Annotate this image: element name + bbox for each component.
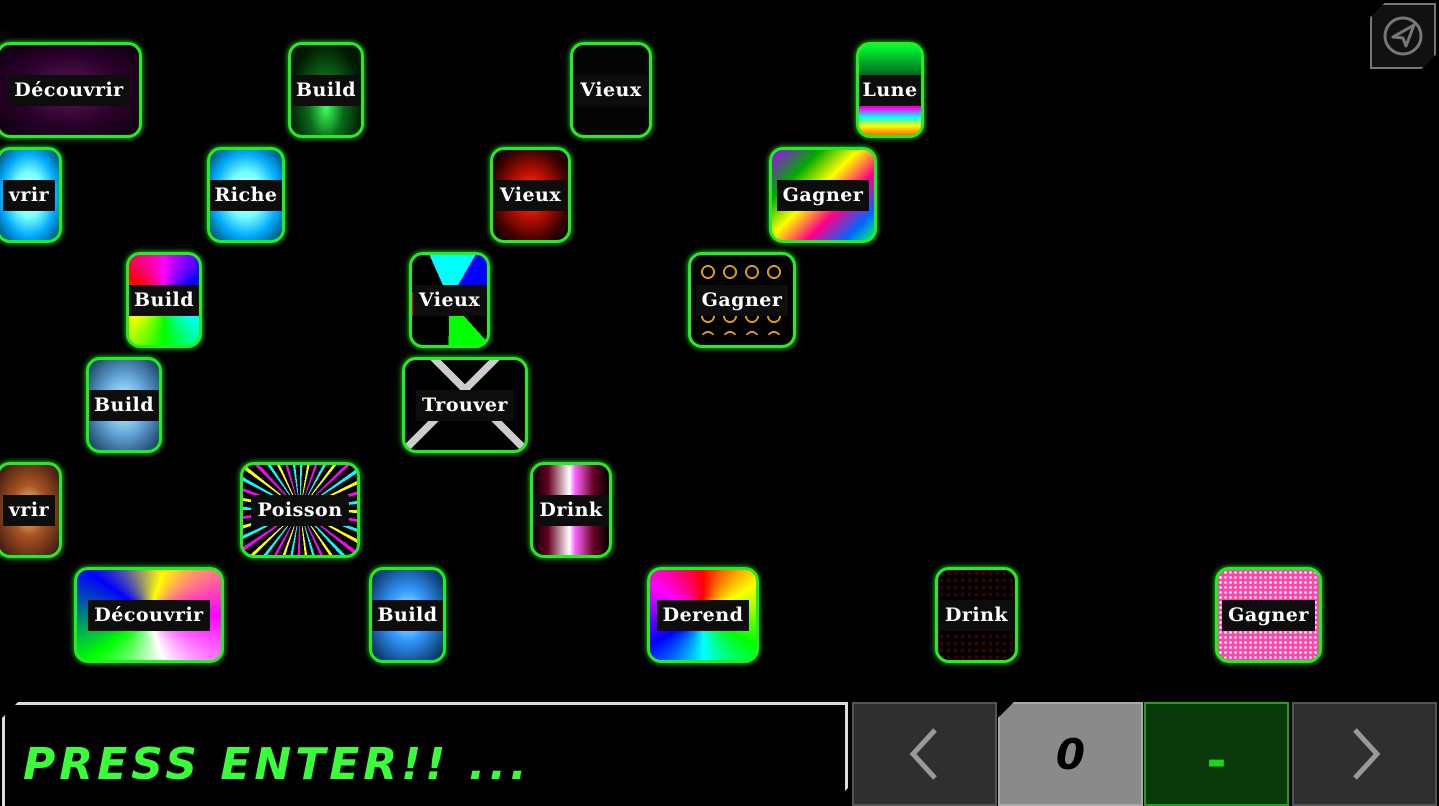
word-tile[interactable]: Découvrir (74, 567, 224, 663)
word-tile[interactable]: Découvrir (0, 42, 142, 138)
control-bar: PRESS ENTER!! ... 0 - (0, 700, 1439, 806)
score-display: 0 (998, 702, 1143, 806)
tile-label: Derend (656, 599, 750, 631)
word-tile[interactable]: Vieux (409, 252, 490, 348)
tile-label: Vieux (493, 179, 568, 211)
message-box: PRESS ENTER!! ... (2, 702, 848, 806)
word-tile[interactable]: vrir (0, 462, 62, 558)
word-tile[interactable]: Drink (530, 462, 612, 558)
word-tile[interactable]: Build (369, 567, 446, 663)
next-button[interactable] (1292, 702, 1437, 806)
chevron-right-icon (1352, 728, 1380, 780)
word-tile[interactable]: Vieux (490, 147, 571, 243)
tile-label: Lune (859, 74, 921, 106)
word-tile[interactable]: Build (126, 252, 202, 348)
word-tile[interactable]: vrir (0, 147, 62, 243)
tile-label: Drink (938, 599, 1015, 631)
tile-label: Trouver (416, 389, 514, 421)
word-tile[interactable]: Build (288, 42, 364, 138)
word-tile[interactable]: Drink (935, 567, 1018, 663)
tile-label: Vieux (574, 74, 648, 106)
word-tile[interactable]: Gagner (688, 252, 796, 348)
tile-label: Drink (533, 494, 609, 526)
score-value: 0 (1055, 729, 1086, 779)
tile-label: Gagner (1222, 599, 1315, 631)
tile-label: Gagner (695, 284, 789, 316)
compass-icon[interactable] (1370, 3, 1436, 69)
prev-button[interactable] (852, 702, 997, 806)
tile-label: Build (372, 599, 443, 631)
tile-label: Poisson (251, 494, 349, 526)
game-board: Découvrir Build Vieux Lune vrir Riche Vi… (0, 0, 1439, 700)
word-tile[interactable]: Gagner (769, 147, 877, 243)
word-tile[interactable]: Riche (207, 147, 285, 243)
chevron-left-icon (909, 728, 937, 780)
tile-label: Découvrir (88, 599, 210, 631)
word-tile[interactable]: Poisson (240, 462, 360, 558)
tile-label: Découvrir (8, 74, 130, 106)
tile-label: Riche (210, 179, 282, 211)
tile-label: Build (129, 284, 199, 316)
word-tile[interactable]: Gagner (1215, 567, 1322, 663)
tile-label: vrir (2, 494, 56, 526)
word-tile[interactable]: Vieux (570, 42, 652, 138)
word-tile[interactable]: Derend (647, 567, 759, 663)
word-tile[interactable]: Lune (856, 42, 924, 138)
input-slot[interactable]: - (1144, 702, 1289, 806)
tile-label: Build (291, 74, 361, 106)
tile-label: Gagner (776, 179, 870, 211)
message-text: PRESS ENTER!! ... (23, 739, 531, 790)
input-value: - (1206, 733, 1227, 789)
word-tile[interactable]: Build (86, 357, 162, 453)
tile-label: Build (89, 389, 159, 421)
tile-label: Vieux (412, 284, 487, 316)
word-tile[interactable]: Trouver (402, 357, 528, 453)
tile-label: vrir (2, 179, 56, 211)
